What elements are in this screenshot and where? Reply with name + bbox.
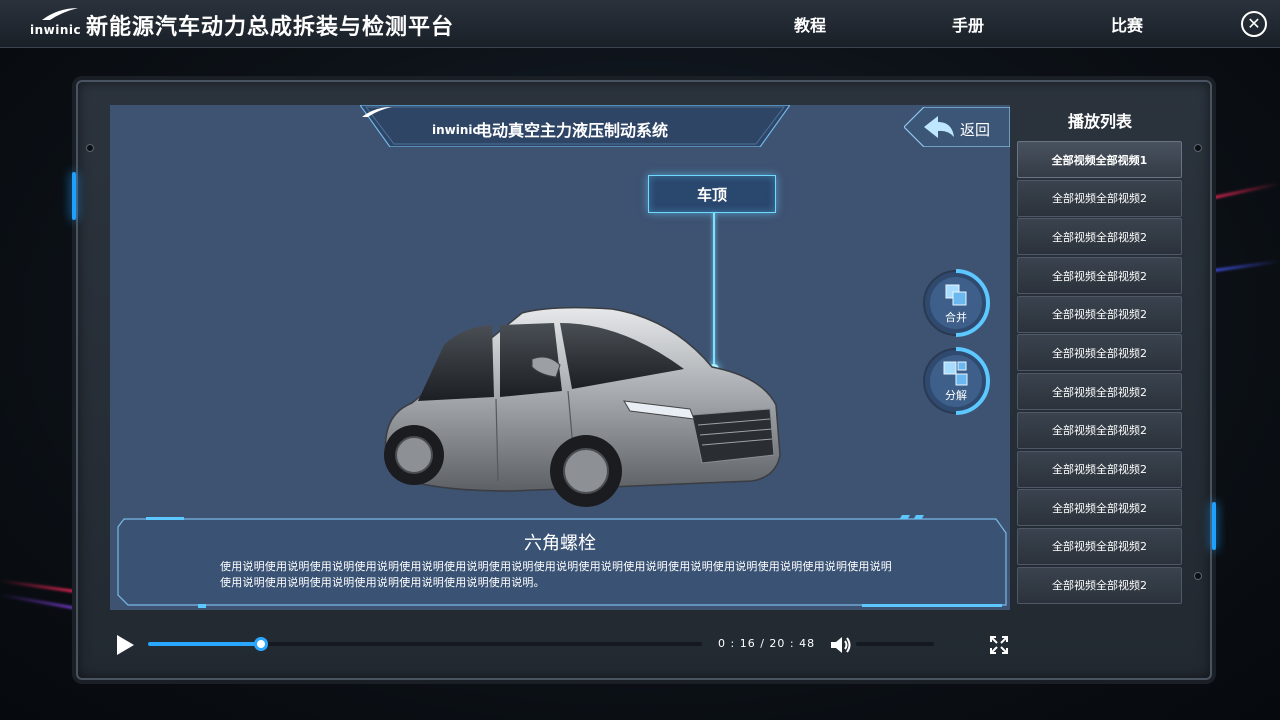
part-callout-label[interactable]: 车顶: [648, 175, 776, 213]
playlist-item[interactable]: 全部视频全部视频2: [1017, 411, 1182, 449]
volume-slider[interactable]: [856, 642, 934, 646]
fullscreen-icon: [990, 636, 1008, 654]
tab-label: 手册: [951, 16, 984, 35]
fullscreen-button[interactable]: [989, 635, 1009, 655]
volume-icon: [831, 637, 851, 653]
playlist-item[interactable]: 全部视频全部视频2: [1017, 450, 1182, 488]
playlist-item[interactable]: 全部视频全部视频2: [1017, 295, 1182, 333]
playlist-item[interactable]: 全部视频全部视频2: [1017, 527, 1182, 565]
background-streak: [0, 593, 75, 610]
merge-button[interactable]: 合并: [922, 269, 990, 337]
back-button-frame: [904, 107, 1010, 147]
background-streak: [1205, 182, 1280, 201]
part-name: 六角螺栓: [524, 533, 596, 554]
playlist-item[interactable]: 全部视频全部视频2: [1017, 566, 1182, 604]
app-header: inwinic 新能源汽车动力总成拆装与检测平台 教程 手册 比赛 ✕: [0, 0, 1280, 48]
section-title: 电动真空主力液压制动系统: [476, 121, 669, 140]
explode-label: 分解: [945, 389, 967, 402]
tab-manual[interactable]: 手册: [883, 0, 1053, 48]
part-info-panel: 六角螺栓 使用说明使用说明使用说明使用说明使用说明使用说明使用说明使用说明使用说…: [110, 515, 1010, 610]
playlist: 全部视频全部视频1 全部视频全部视频2 全部视频全部视频2 全部视频全部视频2 全部视频…: [1017, 141, 1182, 605]
playlist-item[interactable]: 全部视频全部视频2: [1017, 179, 1182, 217]
close-icon: ✕: [1247, 14, 1261, 33]
frame-glow-accent: [72, 172, 76, 220]
logo-text: inwinic: [30, 23, 82, 37]
merge-label: 合并: [945, 311, 967, 324]
merge-icon: [923, 269, 990, 337]
back-button[interactable]: 返回: [904, 107, 1010, 147]
explode-button[interactable]: 分解: [922, 347, 990, 415]
app-logo: inwinic: [28, 6, 82, 40]
play-icon: [117, 635, 134, 655]
back-label: 返回: [960, 121, 991, 139]
video-viewport[interactable]: inwinic 电动真空主力液压制动系统 返回 车顶 合并 分解 六角螺栓 使用…: [110, 105, 1010, 610]
playlist-item[interactable]: 全部视频全部视频2: [1017, 373, 1182, 411]
screw-decoration: [1194, 572, 1202, 580]
playlist-item[interactable]: 全部视频全部视频1: [1017, 141, 1182, 178]
background-streak: [1205, 259, 1280, 274]
tab-tutorial[interactable]: 教程: [725, 0, 895, 48]
playlist-title: 播放列表: [1067, 112, 1132, 131]
time-display: 0 : 16 / 20 : 48: [718, 637, 816, 650]
screw-decoration: [86, 144, 94, 152]
close-button[interactable]: ✕: [1241, 11, 1267, 37]
playlist-item[interactable]: 全部视频全部视频2: [1017, 218, 1182, 256]
car-model-image[interactable]: [372, 305, 782, 515]
playlist-item[interactable]: 全部视频全部视频2: [1017, 334, 1182, 372]
section-title-banner: inwinic 电动真空主力液压制动系统: [360, 105, 790, 147]
playlist-item[interactable]: 全部视频全部视频2: [1017, 257, 1182, 295]
tab-competition[interactable]: 比赛: [1042, 0, 1212, 48]
explode-icon: [923, 347, 990, 415]
progress-bar[interactable]: [148, 637, 702, 651]
frame-glow-accent: [1212, 502, 1216, 550]
playlist-item[interactable]: 全部视频全部视频2: [1017, 489, 1182, 527]
logo-swoosh-icon: [362, 107, 392, 117]
screw-decoration: [1194, 144, 1202, 152]
part-description: 使用说明使用说明使用说明使用说明使用说明使用说明使用说明使用说明使用说明使用说明…: [220, 560, 892, 589]
tab-label: 比赛: [1110, 16, 1143, 35]
progress-fill: [148, 642, 262, 646]
background-streak: [0, 579, 80, 594]
banner-logo-text: inwinic: [432, 123, 480, 137]
volume-button[interactable]: [830, 635, 852, 655]
logo-swoosh-icon: [42, 8, 78, 20]
play-button[interactable]: [114, 634, 136, 656]
tab-label: 教程: [793, 16, 826, 35]
app-title: 新能源汽车动力总成拆装与检测平台: [86, 15, 455, 40]
